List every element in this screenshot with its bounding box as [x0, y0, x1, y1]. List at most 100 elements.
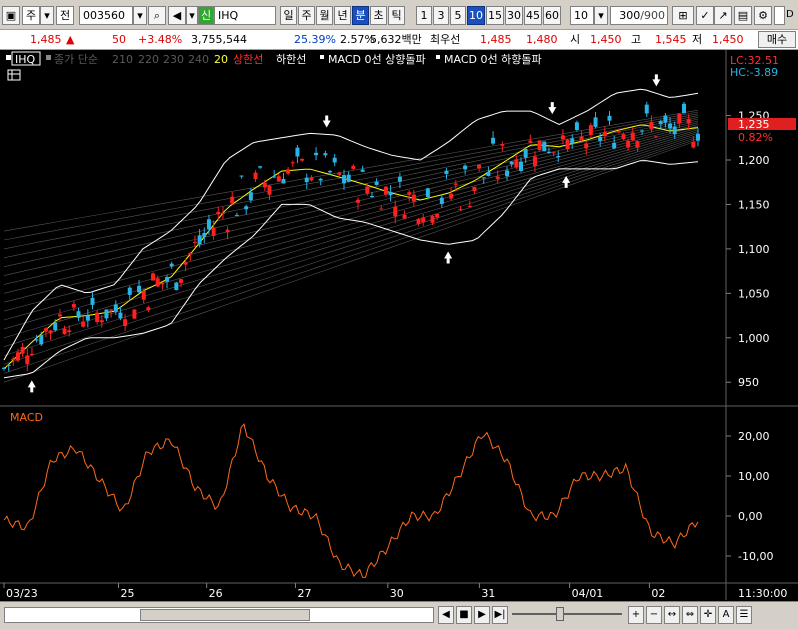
- search-icon[interactable]: ⌕: [148, 6, 166, 25]
- stop-icon[interactable]: ■: [456, 606, 472, 624]
- period-button[interactable]: 초: [370, 6, 387, 25]
- candle-body: [435, 214, 440, 218]
- macd-tick-label: -10,00: [738, 550, 773, 563]
- minute-button[interactable]: 15: [486, 6, 504, 25]
- chart-canvas[interactable]: IHQ 종가 단순 210 220 230 240 20 상한선 하한선 MAC…: [0, 50, 798, 603]
- zoom-slider-handle[interactable]: [556, 607, 564, 621]
- legend-square-icon: [6, 55, 11, 60]
- candle-body: [109, 309, 114, 311]
- macd-tick-label: 0,00: [738, 510, 763, 523]
- d-checkbox[interactable]: [774, 6, 785, 25]
- scrollbar-thumb[interactable]: [140, 609, 310, 621]
- candle-body: [169, 263, 174, 267]
- candle-body: [551, 152, 556, 154]
- ma-label: 종가 단순: [54, 53, 98, 66]
- market-select-label: 전: [60, 9, 71, 22]
- period-select[interactable]: 주: [22, 6, 40, 25]
- zoom-slider-track[interactable]: [512, 613, 622, 615]
- high-label: 고: [631, 33, 642, 46]
- upper-band-line: [3, 88, 699, 361]
- market-select[interactable]: 전: [56, 6, 74, 25]
- scroll-left-icon[interactable]: ◀: [438, 606, 454, 624]
- candle-body: [34, 339, 39, 341]
- minute-button[interactable]: 1: [416, 6, 432, 25]
- period-button[interactable]: 분: [352, 6, 369, 25]
- font-size-icon[interactable]: A: [718, 606, 734, 624]
- open-price: 1,450: [590, 33, 622, 46]
- candle-body: [467, 205, 472, 207]
- candle-body: [505, 170, 510, 177]
- candle-body: [519, 161, 524, 171]
- minute-button[interactable]: 10: [467, 6, 485, 25]
- candle-body: [514, 159, 519, 168]
- candle-body: [57, 314, 62, 317]
- candle-body: [286, 169, 291, 174]
- lower-band-label: 하한선: [276, 52, 306, 66]
- code-dropdown-icon[interactable]: ▾: [133, 6, 147, 25]
- candle-body: [416, 218, 421, 224]
- minute-button[interactable]: 5: [450, 6, 466, 25]
- period-button[interactable]: 월: [316, 6, 333, 25]
- candle-body: [560, 135, 565, 140]
- table-icon[interactable]: [7, 69, 21, 81]
- period-button[interactable]: 년: [334, 6, 351, 25]
- menu-icon[interactable]: ☰: [736, 606, 752, 624]
- candle-body: [337, 172, 342, 175]
- period-button[interactable]: 주: [298, 6, 315, 25]
- stock-chart[interactable]: IHQ 종가 단순 210 220 230 240 20 상한선 하한선 MAC…: [0, 50, 798, 603]
- up-arrow-icon: [444, 251, 453, 264]
- candle-body: [542, 141, 547, 152]
- count-field[interactable]: 300/900: [610, 6, 668, 25]
- speaker-icon[interactable]: ◀: [168, 6, 186, 25]
- candle-body: [62, 328, 67, 335]
- horizontal-scrollbar[interactable]: [4, 607, 434, 623]
- candle-body: [565, 139, 570, 150]
- candle-body: [411, 194, 416, 202]
- candle-body: [202, 232, 207, 237]
- checkmark-tool-icon[interactable]: ✓: [696, 6, 714, 25]
- candle-body: [342, 175, 347, 184]
- y-tick-label: 950: [738, 376, 759, 389]
- candle-body: [258, 166, 263, 168]
- minute-dropdown-icon[interactable]: ▾: [594, 6, 608, 25]
- minute-button[interactable]: 60: [543, 6, 561, 25]
- candle-body: [640, 130, 645, 132]
- minute-button[interactable]: 45: [524, 6, 542, 25]
- grid-settings-icon[interactable]: ⊞: [672, 6, 694, 25]
- window-icon[interactable]: ▣: [2, 6, 20, 25]
- arrow-tool-icon[interactable]: ↗: [714, 6, 732, 25]
- scroll-right-icon[interactable]: ▶: [474, 606, 490, 624]
- ma-line: [3, 122, 699, 294]
- fit-icon[interactable]: ⇔: [682, 606, 698, 624]
- candle-body: [85, 315, 90, 321]
- save-icon[interactable]: ▤: [734, 6, 752, 25]
- period-dropdown-icon[interactable]: ▾: [40, 6, 54, 25]
- period-button[interactable]: 틱: [388, 6, 405, 25]
- stock-name-field[interactable]: IHQ: [214, 6, 276, 25]
- gear-icon[interactable]: ⚙: [754, 6, 772, 25]
- reset-zoom-icon[interactable]: ↔: [664, 606, 680, 624]
- ma-line: [3, 125, 699, 312]
- up-arrow-icon: [27, 380, 36, 393]
- period-button[interactable]: 일: [280, 6, 297, 25]
- scroll-end-icon[interactable]: ▶|: [492, 606, 508, 624]
- code-input[interactable]: 003560: [79, 6, 133, 25]
- candle-body: [677, 113, 682, 124]
- zoom-in-icon[interactable]: +: [628, 606, 644, 624]
- zoom-out-icon[interactable]: −: [646, 606, 662, 624]
- candle-body: [626, 140, 631, 148]
- candle-body: [225, 229, 230, 233]
- buy-button[interactable]: 매수: [758, 31, 796, 48]
- minute-button[interactable]: 3: [433, 6, 449, 25]
- candle-body: [570, 138, 575, 144]
- crosshair-icon[interactable]: ✛: [700, 606, 716, 624]
- candle-body: [453, 183, 458, 185]
- best-price-label: 최우선: [430, 33, 461, 46]
- ma-line: [3, 127, 699, 321]
- candle-body: [95, 312, 100, 322]
- minute-button[interactable]: 30: [505, 6, 523, 25]
- candle-body: [574, 122, 579, 131]
- minute-custom-select[interactable]: 10: [570, 6, 594, 25]
- speaker-dropdown-icon[interactable]: ▾: [186, 6, 198, 25]
- candle-body: [658, 121, 663, 125]
